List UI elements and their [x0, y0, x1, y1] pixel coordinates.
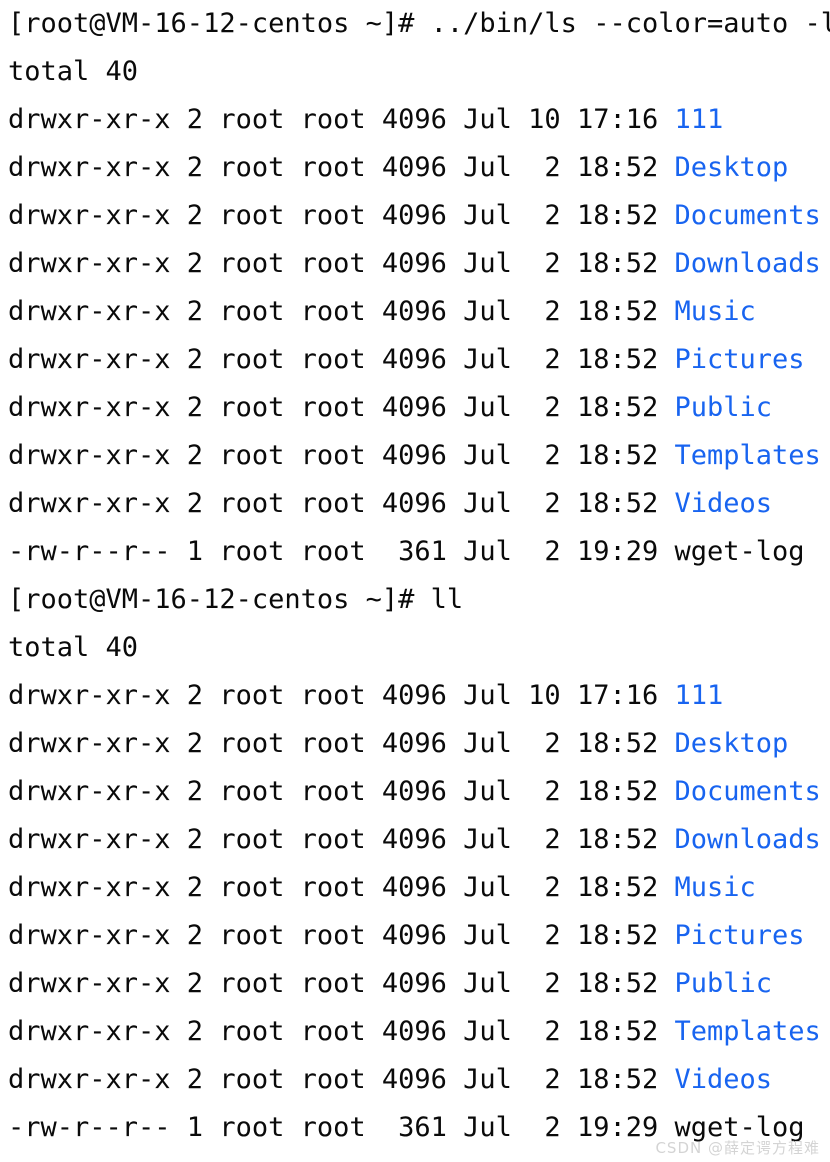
directory-name: Music — [674, 296, 756, 327]
terminal-text: drwxr-xr-x 2 root root 4096 Jul 10 17:16 — [8, 680, 675, 711]
terminal-text: drwxr-xr-x 2 root root 4096 Jul 2 18:52 — [8, 968, 675, 999]
terminal-text: drwxr-xr-x 2 root root 4096 Jul 2 18:52 — [8, 1064, 675, 1095]
directory-name: Templates — [674, 1016, 821, 1047]
directory-name: 111 — [674, 104, 724, 135]
terminal-text: -rw-r--r-- 1 root root 361 Jul 2 19:29 w… — [8, 536, 805, 567]
directory-name: Pictures — [674, 920, 805, 951]
listing-row-videos-2: drwxr-xr-x 2 root root 4096 Jul 2 18:52 … — [0, 1056, 830, 1104]
terminal-text: drwxr-xr-x 2 root root 4096 Jul 2 18:52 — [8, 152, 675, 183]
listing-row-pictures-1: drwxr-xr-x 2 root root 4096 Jul 2 18:52 … — [0, 336, 830, 384]
terminal-text: drwxr-xr-x 2 root root 4096 Jul 2 18:52 — [8, 728, 675, 759]
listing-row-music-1: drwxr-xr-x 2 root root 4096 Jul 2 18:52 … — [0, 288, 830, 336]
listing-row-videos-1: drwxr-xr-x 2 root root 4096 Jul 2 18:52 … — [0, 480, 830, 528]
listing-row-templates-2: drwxr-xr-x 2 root root 4096 Jul 2 18:52 … — [0, 1008, 830, 1056]
directory-name: Downloads — [674, 248, 821, 279]
listing-row-wgetlog-2: -rw-r--r-- 1 root root 361 Jul 2 19:29 w… — [0, 1104, 830, 1152]
terminal-text: drwxr-xr-x 2 root root 4096 Jul 2 18:52 — [8, 344, 675, 375]
directory-name: Documents — [674, 776, 821, 807]
directory-name: Pictures — [674, 344, 805, 375]
prompt-line-1: [root@VM-16-12-centos ~]# ../bin/ls --co… — [0, 0, 830, 48]
listing-row-music-2: drwxr-xr-x 2 root root 4096 Jul 2 18:52 … — [0, 864, 830, 912]
terminal-output: [root@VM-16-12-centos ~]# ../bin/ls --co… — [0, 0, 830, 1152]
listing-row-public-1: drwxr-xr-x 2 root root 4096 Jul 2 18:52 … — [0, 384, 830, 432]
listing-row-desktop-2: drwxr-xr-x 2 root root 4096 Jul 2 18:52 … — [0, 720, 830, 768]
terminal-text: drwxr-xr-x 2 root root 4096 Jul 2 18:52 — [8, 488, 675, 519]
terminal-text: [root@VM-16-12-centos ~]# ll — [8, 584, 464, 615]
listing-row-111-2: drwxr-xr-x 2 root root 4096 Jul 10 17:16… — [0, 672, 830, 720]
directory-name: Videos — [674, 488, 773, 519]
listing-row-documents-1: drwxr-xr-x 2 root root 4096 Jul 2 18:52 … — [0, 192, 830, 240]
terminal-text: total 40 — [8, 56, 139, 87]
terminal-text: drwxr-xr-x 2 root root 4096 Jul 2 18:52 — [8, 872, 675, 903]
terminal-text: [root@VM-16-12-centos ~]# ../bin/ls --co… — [8, 8, 830, 39]
terminal-text: drwxr-xr-x 2 root root 4096 Jul 2 18:52 — [8, 440, 675, 471]
prompt-line-2: [root@VM-16-12-centos ~]# ll — [0, 576, 830, 624]
terminal-window[interactable]: [root@VM-16-12-centos ~]# ../bin/ls --co… — [0, 0, 830, 1162]
listing-row-downloads-2: drwxr-xr-x 2 root root 4096 Jul 2 18:52 … — [0, 816, 830, 864]
terminal-text: drwxr-xr-x 2 root root 4096 Jul 2 18:52 — [8, 776, 675, 807]
directory-name: 111 — [674, 680, 724, 711]
directory-name: Music — [674, 872, 756, 903]
terminal-text: drwxr-xr-x 2 root root 4096 Jul 2 18:52 — [8, 392, 675, 423]
total-line-1: total 40 — [0, 48, 830, 96]
listing-row-downloads-1: drwxr-xr-x 2 root root 4096 Jul 2 18:52 … — [0, 240, 830, 288]
directory-name: Public — [674, 968, 773, 999]
directory-name: Desktop — [674, 152, 789, 183]
terminal-text: drwxr-xr-x 2 root root 4096 Jul 2 18:52 — [8, 920, 675, 951]
listing-row-desktop-1: drwxr-xr-x 2 root root 4096 Jul 2 18:52 … — [0, 144, 830, 192]
directory-name: Videos — [674, 1064, 773, 1095]
directory-name: Public — [674, 392, 773, 423]
terminal-text: drwxr-xr-x 2 root root 4096 Jul 2 18:52 — [8, 1016, 675, 1047]
listing-row-wgetlog-1: -rw-r--r-- 1 root root 361 Jul 2 19:29 w… — [0, 528, 830, 576]
terminal-text: drwxr-xr-x 2 root root 4096 Jul 2 18:52 — [8, 200, 675, 231]
listing-row-documents-2: drwxr-xr-x 2 root root 4096 Jul 2 18:52 … — [0, 768, 830, 816]
terminal-text: drwxr-xr-x 2 root root 4096 Jul 10 17:16 — [8, 104, 675, 135]
terminal-text: drwxr-xr-x 2 root root 4096 Jul 2 18:52 — [8, 248, 675, 279]
directory-name: Downloads — [674, 824, 821, 855]
listing-row-templates-1: drwxr-xr-x 2 root root 4096 Jul 2 18:52 … — [0, 432, 830, 480]
directory-name: Desktop — [674, 728, 789, 759]
directory-name: Documents — [674, 200, 821, 231]
terminal-text: drwxr-xr-x 2 root root 4096 Jul 2 18:52 — [8, 296, 675, 327]
total-line-2: total 40 — [0, 624, 830, 672]
listing-row-111-1: drwxr-xr-x 2 root root 4096 Jul 10 17:16… — [0, 96, 830, 144]
terminal-text: total 40 — [8, 632, 139, 663]
listing-row-public-2: drwxr-xr-x 2 root root 4096 Jul 2 18:52 … — [0, 960, 830, 1008]
terminal-text: -rw-r--r-- 1 root root 361 Jul 2 19:29 w… — [8, 1112, 805, 1143]
terminal-text: drwxr-xr-x 2 root root 4096 Jul 2 18:52 — [8, 824, 675, 855]
listing-row-pictures-2: drwxr-xr-x 2 root root 4096 Jul 2 18:52 … — [0, 912, 830, 960]
directory-name: Templates — [674, 440, 821, 471]
